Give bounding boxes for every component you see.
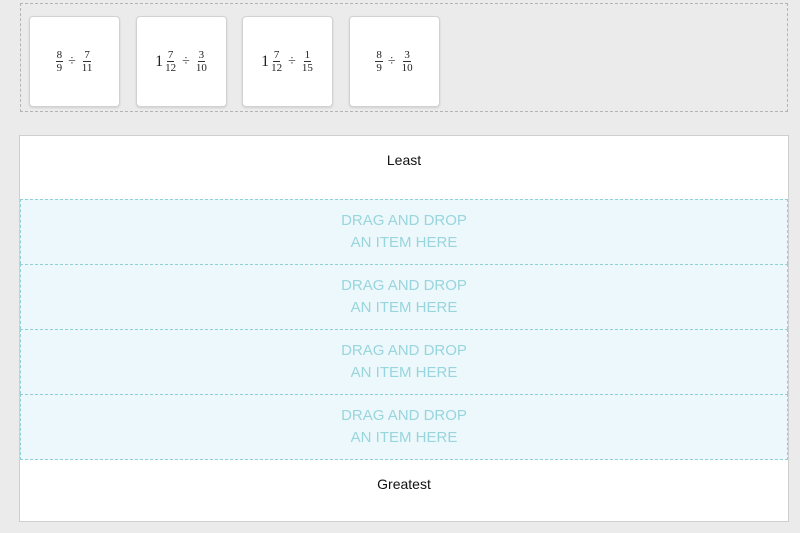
denominator: 15 xyxy=(301,62,313,74)
divide-sign: ÷ xyxy=(288,53,296,69)
whole-number: 1 xyxy=(261,52,270,70)
drop-hint-line: DRAG AND DROP xyxy=(341,212,467,229)
item-bank: 89 ÷ 7 11 1 7 12 ÷ 3 10 1 7 12 ÷ 1 15 89 ÷ 31… xyxy=(20,3,788,112)
drop-hint-line: DRAG AND DROP xyxy=(341,277,467,294)
drop-hint-line: AN ITEM HERE xyxy=(350,429,458,446)
expression: 1 7 12 ÷ 3 10 xyxy=(155,49,208,74)
fraction: 3 10 xyxy=(401,49,414,74)
denominator: 9 xyxy=(376,62,382,74)
drop-hint-line: AN ITEM HERE xyxy=(350,299,458,316)
fraction: 1 15 xyxy=(301,49,314,74)
denominator: 11 xyxy=(81,62,93,74)
numerator: 1 xyxy=(303,49,312,62)
drop-hint: DRAG AND DROP AN ITEM HERE xyxy=(341,405,467,449)
drop-hint-line: AN ITEM HERE xyxy=(350,364,458,381)
drop-slot-2[interactable]: DRAG AND DROP AN ITEM HERE xyxy=(20,264,788,329)
fraction: 89 xyxy=(375,49,383,74)
drop-hint: DRAG AND DROP AN ITEM HERE xyxy=(341,275,467,319)
draggable-card[interactable]: 89 ÷ 3 10 xyxy=(349,16,440,107)
drop-hint: DRAG AND DROP AN ITEM HERE xyxy=(341,210,467,254)
denominator: 10 xyxy=(401,62,413,74)
draggable-card[interactable]: 89 ÷ 7 11 xyxy=(29,16,120,107)
drop-hint-line: DRAG AND DROP xyxy=(341,407,467,424)
drop-hint: DRAG AND DROP AN ITEM HERE xyxy=(341,340,467,384)
expression: 1 7 12 ÷ 1 15 xyxy=(261,49,314,74)
expression: 89 ÷ 7 11 xyxy=(55,49,94,74)
denominator: 10 xyxy=(195,62,207,74)
numerator: 8 xyxy=(55,49,64,62)
fraction: 7 11 xyxy=(81,49,94,74)
numerator: 7 xyxy=(83,49,91,62)
fraction: 89 xyxy=(55,49,64,74)
draggable-card[interactable]: 1 7 12 ÷ 1 15 xyxy=(242,16,333,107)
greatest-label: Greatest xyxy=(377,476,431,492)
divide-sign: ÷ xyxy=(68,53,76,69)
drop-slot-3[interactable]: DRAG AND DROP AN ITEM HERE xyxy=(20,329,788,394)
least-label: Least xyxy=(386,152,422,168)
expression: 89 ÷ 3 10 xyxy=(375,49,413,74)
numerator: 7 xyxy=(166,49,175,62)
draggable-card[interactable]: 1 7 12 ÷ 3 10 xyxy=(136,16,227,107)
denominator: 12 xyxy=(271,62,283,74)
ordering-area: Least DRAG AND DROP AN ITEM HERE DRAG AND… xyxy=(19,135,789,522)
fraction: 7 12 xyxy=(164,49,177,74)
drop-slot-4[interactable]: DRAG AND DROP AN ITEM HERE xyxy=(20,394,788,460)
numerator: 3 xyxy=(197,49,206,62)
fraction: 7 12 xyxy=(270,49,283,74)
numerator: 3 xyxy=(403,49,411,62)
drop-slot-1[interactable]: DRAG AND DROP AN ITEM HERE xyxy=(20,199,788,264)
numerator: 8 xyxy=(375,49,383,62)
fraction: 3 10 xyxy=(195,49,208,74)
divide-sign: ÷ xyxy=(387,53,396,69)
whole-number: 1 xyxy=(155,52,164,70)
drop-hint-line: AN ITEM HERE xyxy=(350,234,458,251)
numerator: 7 xyxy=(272,49,281,62)
denominator: 9 xyxy=(56,62,63,74)
divide-sign: ÷ xyxy=(182,53,190,69)
drop-hint-line: DRAG AND DROP xyxy=(341,342,467,359)
denominator: 12 xyxy=(165,62,177,74)
